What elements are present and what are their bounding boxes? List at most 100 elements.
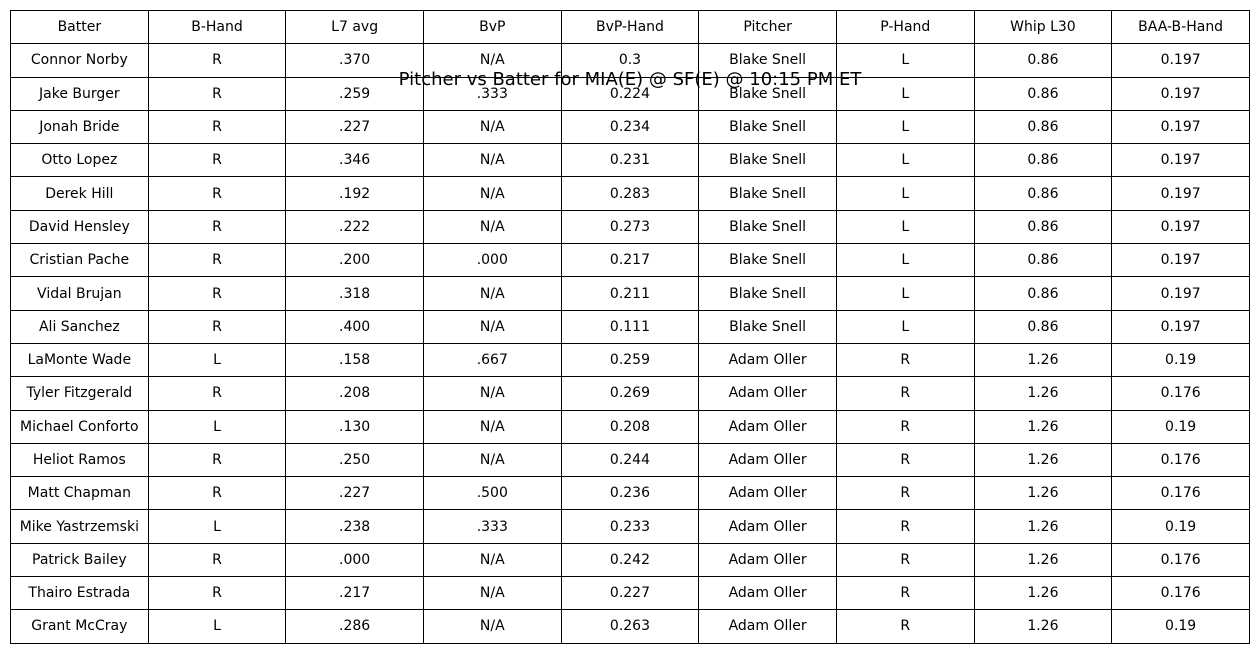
table-cell: Michael Conforto [10,409,149,444]
table-cell: .259 [285,76,424,111]
table-cell: .667 [422,342,562,378]
column-header: BAA-B-Hand [1111,9,1250,45]
table-row: Tyler Fitzgerald R .208 N/A 0.269 Adam Oller R… [10,376,1250,411]
table-cell: L [835,43,975,78]
table-cell: 0.197 [1111,43,1250,78]
table-cell: N/A [422,309,562,344]
table-cell: .130 [285,409,424,444]
table-cell: Thairo Estrada [10,576,149,611]
table-cell: .227 [285,109,424,145]
table-cell: Matt Chapman [10,476,149,511]
table-cell: 0.19 [1111,409,1250,444]
table-row: Otto Lopez R .346 N/A 0.231 Blake Snell L 0.86 0… [10,143,1250,178]
table-cell: N/A [422,276,562,311]
table-cell: N/A [422,542,562,578]
table-cell: Patrick Bailey [10,542,149,578]
table-cell: 0.86 [973,243,1113,278]
table-cell: R [147,476,287,511]
table-cell: L [835,176,975,211]
table-cell: 0.86 [973,176,1113,211]
table-cell: R [147,376,287,411]
table-cell: 1.26 [973,576,1113,611]
table-cell: .208 [285,376,424,411]
table-cell: 1.26 [973,509,1113,544]
table-cell: 0.273 [560,209,700,245]
table-cell: L [147,342,287,378]
table-cell: N/A [422,176,562,211]
table-cell: Jake Burger [10,76,149,111]
table-cell: Ali Sanchez [10,309,149,344]
table-row: Jonah Bride R .227 N/A 0.234 Blake Snell L 0.86… [10,109,1250,145]
table-cell: Blake Snell [698,176,837,211]
table-cell: .400 [285,309,424,344]
table-cell: Blake Snell [698,143,837,178]
table-cell: Grant McCray [10,609,149,644]
table-cell: .000 [422,243,562,278]
table-cell: 0.19 [1111,342,1250,378]
table-cell: Vidal Brujan [10,276,149,311]
table-cell: David Hensley [10,209,149,245]
table-cell: Adam Oller [698,509,837,544]
table-cell: .370 [285,43,424,78]
table-cell: L [835,309,975,344]
table-cell: .200 [285,243,424,278]
table-row: Vidal Brujan R .318 N/A 0.211 Blake Snell L 0.8… [10,276,1250,311]
table-cell: 0.217 [560,243,700,278]
table-cell: Blake Snell [698,243,837,278]
table-cell: Blake Snell [698,76,837,111]
table-cell: 0.236 [560,476,700,511]
table-cell: N/A [422,109,562,145]
table-cell: R [147,276,287,311]
table-cell: 0.86 [973,143,1113,178]
table-cell: 0.227 [560,576,700,611]
table-cell: L [147,409,287,444]
table-cell: N/A [422,576,562,611]
table-cell: 0.197 [1111,309,1250,344]
table-cell: Adam Oller [698,542,837,578]
table-cell: 1.26 [973,376,1113,411]
table-cell: 1.26 [973,342,1113,378]
table-cell: Blake Snell [698,209,837,245]
table-cell: R [147,442,287,478]
table-cell: L [835,109,975,145]
table-cell: 1.26 [973,442,1113,478]
table-cell: R [147,542,287,578]
table-cell: 0.283 [560,176,700,211]
table-cell: Tyler Fitzgerald [10,376,149,411]
table-cell: R [835,342,975,378]
table-cell: R [835,376,975,411]
table-cell: 0.197 [1111,176,1250,211]
table-cell: 0.19 [1111,609,1250,644]
column-header: Whip L30 [973,9,1113,45]
table-cell: 1.26 [973,409,1113,444]
table-cell: 0.86 [973,309,1113,344]
table-cell: Derek Hill [10,176,149,211]
table-cell: 0.176 [1111,542,1250,578]
table-row: Derek Hill R .192 N/A 0.283 Blake Snell L 0.86 0… [10,176,1250,211]
table-row: Connor Norby R .370 N/A 0.3 Blake Snell L 0.86 0… [10,43,1250,78]
table-cell: Blake Snell [698,309,837,344]
table-row: Heliot Ramos R .250 N/A 0.244 Adam Oller R 1.26… [10,442,1250,478]
table-cell: 0.211 [560,276,700,311]
table-row: Michael Conforto L .130 N/A 0.208 Adam Oller R… [10,409,1250,444]
table-cell: N/A [422,609,562,644]
table-cell: Heliot Ramos [10,442,149,478]
table-cell: .333 [422,76,562,111]
table-row: LaMonte Wade L .158.667 0.259 Adam Oller R 1.2… [10,342,1250,378]
header-row: Batter B-Hand L7 avg BvP BvP-Hand Pitcher P-Ha… [10,9,1250,45]
table-cell: Blake Snell [698,43,837,78]
table-cell: 0.19 [1111,509,1250,544]
table-cell: R [147,76,287,111]
table-cell: 0.197 [1111,76,1250,111]
stats-table: Batter B-Hand L7 avg BvP BvP-Hand Pitcher P-Ha… [10,9,1250,644]
table-cell: Adam Oller [698,576,837,611]
table-cell: 0.86 [973,76,1113,111]
table-cell: 0.242 [560,542,700,578]
table-cell: N/A [422,209,562,245]
table-cell: R [147,309,287,344]
table-cell: R [147,43,287,78]
table-cell: 0.176 [1111,576,1250,611]
table-cell: R [147,243,287,278]
table-row: Matt Chapman R .227.500 0.236 Adam Oller R 1.2… [10,476,1250,511]
table-cell: Adam Oller [698,376,837,411]
